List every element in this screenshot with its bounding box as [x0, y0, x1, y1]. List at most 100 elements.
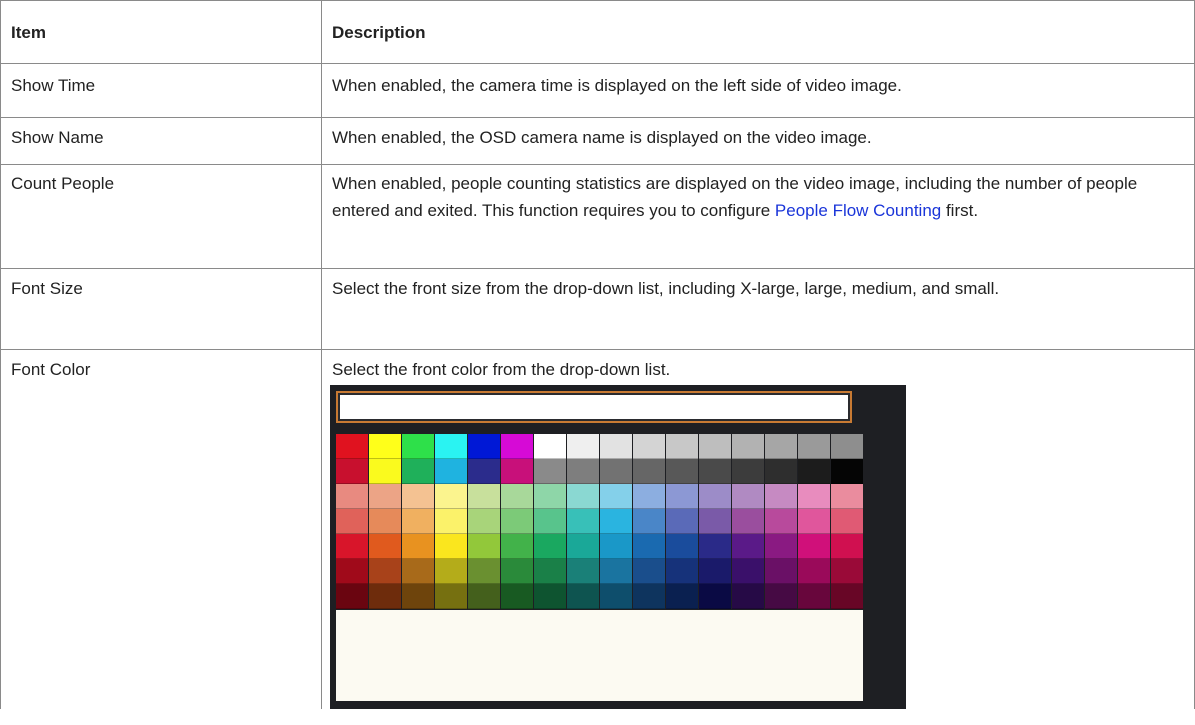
color-swatch — [633, 509, 665, 534]
color-swatch — [633, 559, 665, 584]
color-swatch — [699, 459, 731, 484]
color-swatch — [468, 584, 500, 609]
color-swatch — [534, 434, 566, 459]
color-swatch — [831, 459, 863, 484]
color-swatch — [435, 509, 467, 534]
color-swatch — [435, 459, 467, 484]
color-swatch — [600, 459, 632, 484]
color-swatch — [534, 559, 566, 584]
color-swatch — [765, 559, 797, 584]
color-swatch — [468, 559, 500, 584]
color-swatch — [501, 534, 533, 559]
color-swatch — [765, 534, 797, 559]
color-swatch — [798, 434, 830, 459]
palette-footer-area — [336, 610, 863, 701]
color-swatch — [567, 559, 599, 584]
row-description: When enabled, the camera time is display… — [321, 63, 1195, 118]
row-description: Select the front size from the drop-down… — [321, 268, 1195, 350]
color-swatch — [732, 484, 764, 509]
color-swatch-grid — [336, 434, 863, 609]
color-swatch — [369, 434, 401, 459]
color-swatch — [798, 559, 830, 584]
color-swatch — [534, 534, 566, 559]
color-swatch — [435, 434, 467, 459]
color-swatch — [336, 484, 368, 509]
color-swatch — [765, 459, 797, 484]
color-swatch — [501, 434, 533, 459]
row-item: Font Size — [0, 268, 322, 350]
color-swatch — [336, 459, 368, 484]
color-swatch — [534, 459, 566, 484]
color-swatch — [765, 434, 797, 459]
color-swatch — [633, 484, 665, 509]
color-swatch — [600, 434, 632, 459]
color-swatch — [534, 584, 566, 609]
color-swatch — [534, 484, 566, 509]
row-description: When enabled, people counting statistics… — [321, 164, 1195, 269]
table-row: Show Name When enabled, the OSD camera n… — [0, 117, 1195, 165]
color-swatch — [501, 484, 533, 509]
color-swatch — [666, 484, 698, 509]
color-swatch — [369, 459, 401, 484]
color-value-field — [336, 391, 852, 423]
color-swatch — [402, 509, 434, 534]
color-swatch — [468, 434, 500, 459]
color-swatch — [765, 484, 797, 509]
row-item: Font Color — [0, 349, 322, 709]
color-swatch — [699, 509, 731, 534]
color-swatch — [633, 584, 665, 609]
color-swatch — [468, 484, 500, 509]
color-swatch — [336, 584, 368, 609]
color-swatch — [831, 534, 863, 559]
color-swatch — [765, 509, 797, 534]
people-flow-counting-link[interactable]: People Flow Counting — [775, 201, 941, 220]
row-description: When enabled, the OSD camera name is dis… — [321, 117, 1195, 165]
color-swatch — [369, 509, 401, 534]
color-swatch — [600, 534, 632, 559]
color-swatch — [435, 584, 467, 609]
color-swatch — [831, 484, 863, 509]
table-row: Font Size Select the front size from the… — [0, 268, 1195, 350]
color-swatch — [831, 509, 863, 534]
color-swatch — [567, 584, 599, 609]
row-item: Count People — [0, 164, 322, 269]
color-swatch — [699, 584, 731, 609]
color-swatch — [798, 484, 830, 509]
color-swatch — [798, 534, 830, 559]
description-text: When enabled, people counting statistics… — [332, 174, 1138, 220]
color-swatch — [699, 484, 731, 509]
color-swatch — [567, 484, 599, 509]
color-swatch — [336, 534, 368, 559]
table-row: Show Time When enabled, the camera time … — [0, 63, 1195, 118]
row-item: Show Time — [0, 63, 322, 118]
color-swatch — [435, 484, 467, 509]
color-swatch — [402, 484, 434, 509]
color-swatch — [600, 509, 632, 534]
color-swatch — [666, 434, 698, 459]
header-item: Item — [0, 0, 322, 64]
color-swatch — [567, 534, 599, 559]
row-item: Show Name — [0, 117, 322, 165]
color-swatch — [435, 559, 467, 584]
color-swatch — [369, 559, 401, 584]
color-swatch — [501, 559, 533, 584]
color-swatch — [402, 584, 434, 609]
color-swatch — [600, 484, 632, 509]
color-swatch — [798, 584, 830, 609]
color-swatch — [732, 459, 764, 484]
color-swatch — [831, 434, 863, 459]
color-swatch — [501, 459, 533, 484]
color-swatch — [435, 534, 467, 559]
color-swatch — [732, 584, 764, 609]
color-swatch — [633, 534, 665, 559]
color-swatch — [468, 509, 500, 534]
color-swatch — [732, 509, 764, 534]
row-description: Select the front color from the drop-dow… — [321, 349, 1195, 709]
color-swatch — [633, 434, 665, 459]
color-swatch — [468, 534, 500, 559]
color-swatch — [468, 459, 500, 484]
color-swatch — [666, 459, 698, 484]
color-swatch — [798, 459, 830, 484]
color-swatch — [567, 434, 599, 459]
color-swatch — [666, 534, 698, 559]
